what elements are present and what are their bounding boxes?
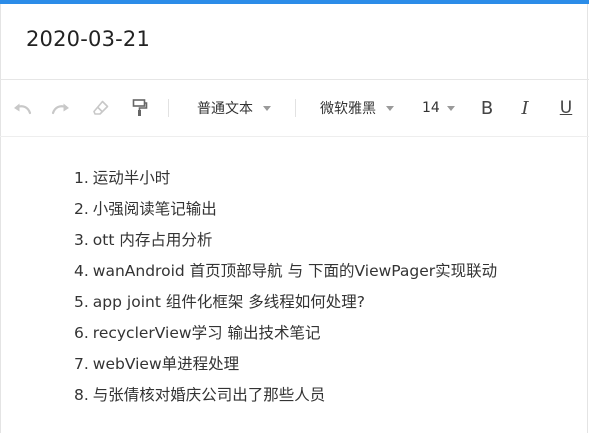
font-family-select[interactable]: 微软雅黑: [320, 98, 394, 118]
editor-content[interactable]: 1. 运动半小时 2. 小强阅读笔记输出 3. ott 内存占用分析 4. wanAnd…: [0, 137, 589, 433]
list-item-number: 1.: [74, 169, 89, 187]
paragraph-style-label: 普通文本: [197, 101, 253, 117]
list-item[interactable]: 4. wanAndroid 首页顶部导航 与 下面的ViewPager实现联动: [74, 261, 497, 292]
format-painter-icon[interactable]: [128, 96, 152, 120]
font-size-label: 14: [422, 100, 440, 116]
list-item-text: 小强阅读笔记输出: [92, 200, 217, 218]
list-item[interactable]: 6. recyclerView学习 输出技术笔记: [74, 323, 497, 354]
eraser-icon[interactable]: [89, 96, 113, 120]
font-size-select[interactable]: 14: [422, 98, 455, 118]
bold-button[interactable]: B: [475, 96, 499, 120]
list-item-number: 7.: [74, 355, 89, 373]
list-item[interactable]: 3. ott 内存占用分析: [74, 230, 497, 261]
todo-list: 1. 运动半小时 2. 小强阅读笔记输出 3. ott 内存占用分析 4. wanAnd…: [74, 168, 497, 416]
title-area: 2020-03-21: [0, 4, 589, 80]
list-item-text: wanAndroid 首页顶部导航 与 下面的ViewPager实现联动: [92, 262, 498, 280]
toolbar-divider: [168, 99, 169, 117]
editor-toolbar: 普通文本 微软雅黑 14 B I U: [0, 80, 589, 137]
list-item[interactable]: 7. webView单进程处理: [74, 354, 497, 385]
list-item-text: 运动半小时: [92, 169, 171, 187]
list-item-text: recyclerView学习 输出技术笔记: [92, 324, 321, 342]
paragraph-style-select[interactable]: 普通文本: [197, 98, 271, 118]
redo-icon[interactable]: [49, 96, 73, 120]
undo-icon[interactable]: [10, 96, 34, 120]
italic-button[interactable]: I: [513, 96, 537, 120]
list-item[interactable]: 5. app joint 组件化框架 多线程如何处理?: [74, 292, 497, 323]
list-item-number: 8.: [74, 386, 89, 404]
list-item[interactable]: 1. 运动半小时: [74, 168, 497, 199]
font-family-label: 微软雅黑: [320, 101, 376, 117]
document-title[interactable]: 2020-03-21: [26, 27, 150, 51]
chevron-down-icon: [263, 105, 271, 111]
list-item-number: 3.: [74, 231, 89, 249]
list-item-text: 与张倩核对婚庆公司出了那些人员: [92, 386, 326, 404]
list-item-text: webView单进程处理: [92, 355, 240, 373]
toolbar-divider: [295, 99, 296, 117]
list-item-number: 4.: [74, 262, 89, 280]
list-item-number: 5.: [74, 293, 89, 311]
chevron-down-icon: [386, 105, 394, 111]
list-item-text: app joint 组件化框架 多线程如何处理?: [92, 293, 365, 311]
chevron-down-icon: [446, 105, 455, 111]
underline-button[interactable]: U: [554, 96, 578, 120]
list-item-number: 6.: [74, 324, 89, 342]
list-item[interactable]: 8. 与张倩核对婚庆公司出了那些人员: [74, 385, 497, 416]
list-item-number: 2.: [74, 200, 89, 218]
list-item-text: ott 内存占用分析: [92, 231, 213, 249]
list-item[interactable]: 2. 小强阅读笔记输出: [74, 199, 497, 230]
